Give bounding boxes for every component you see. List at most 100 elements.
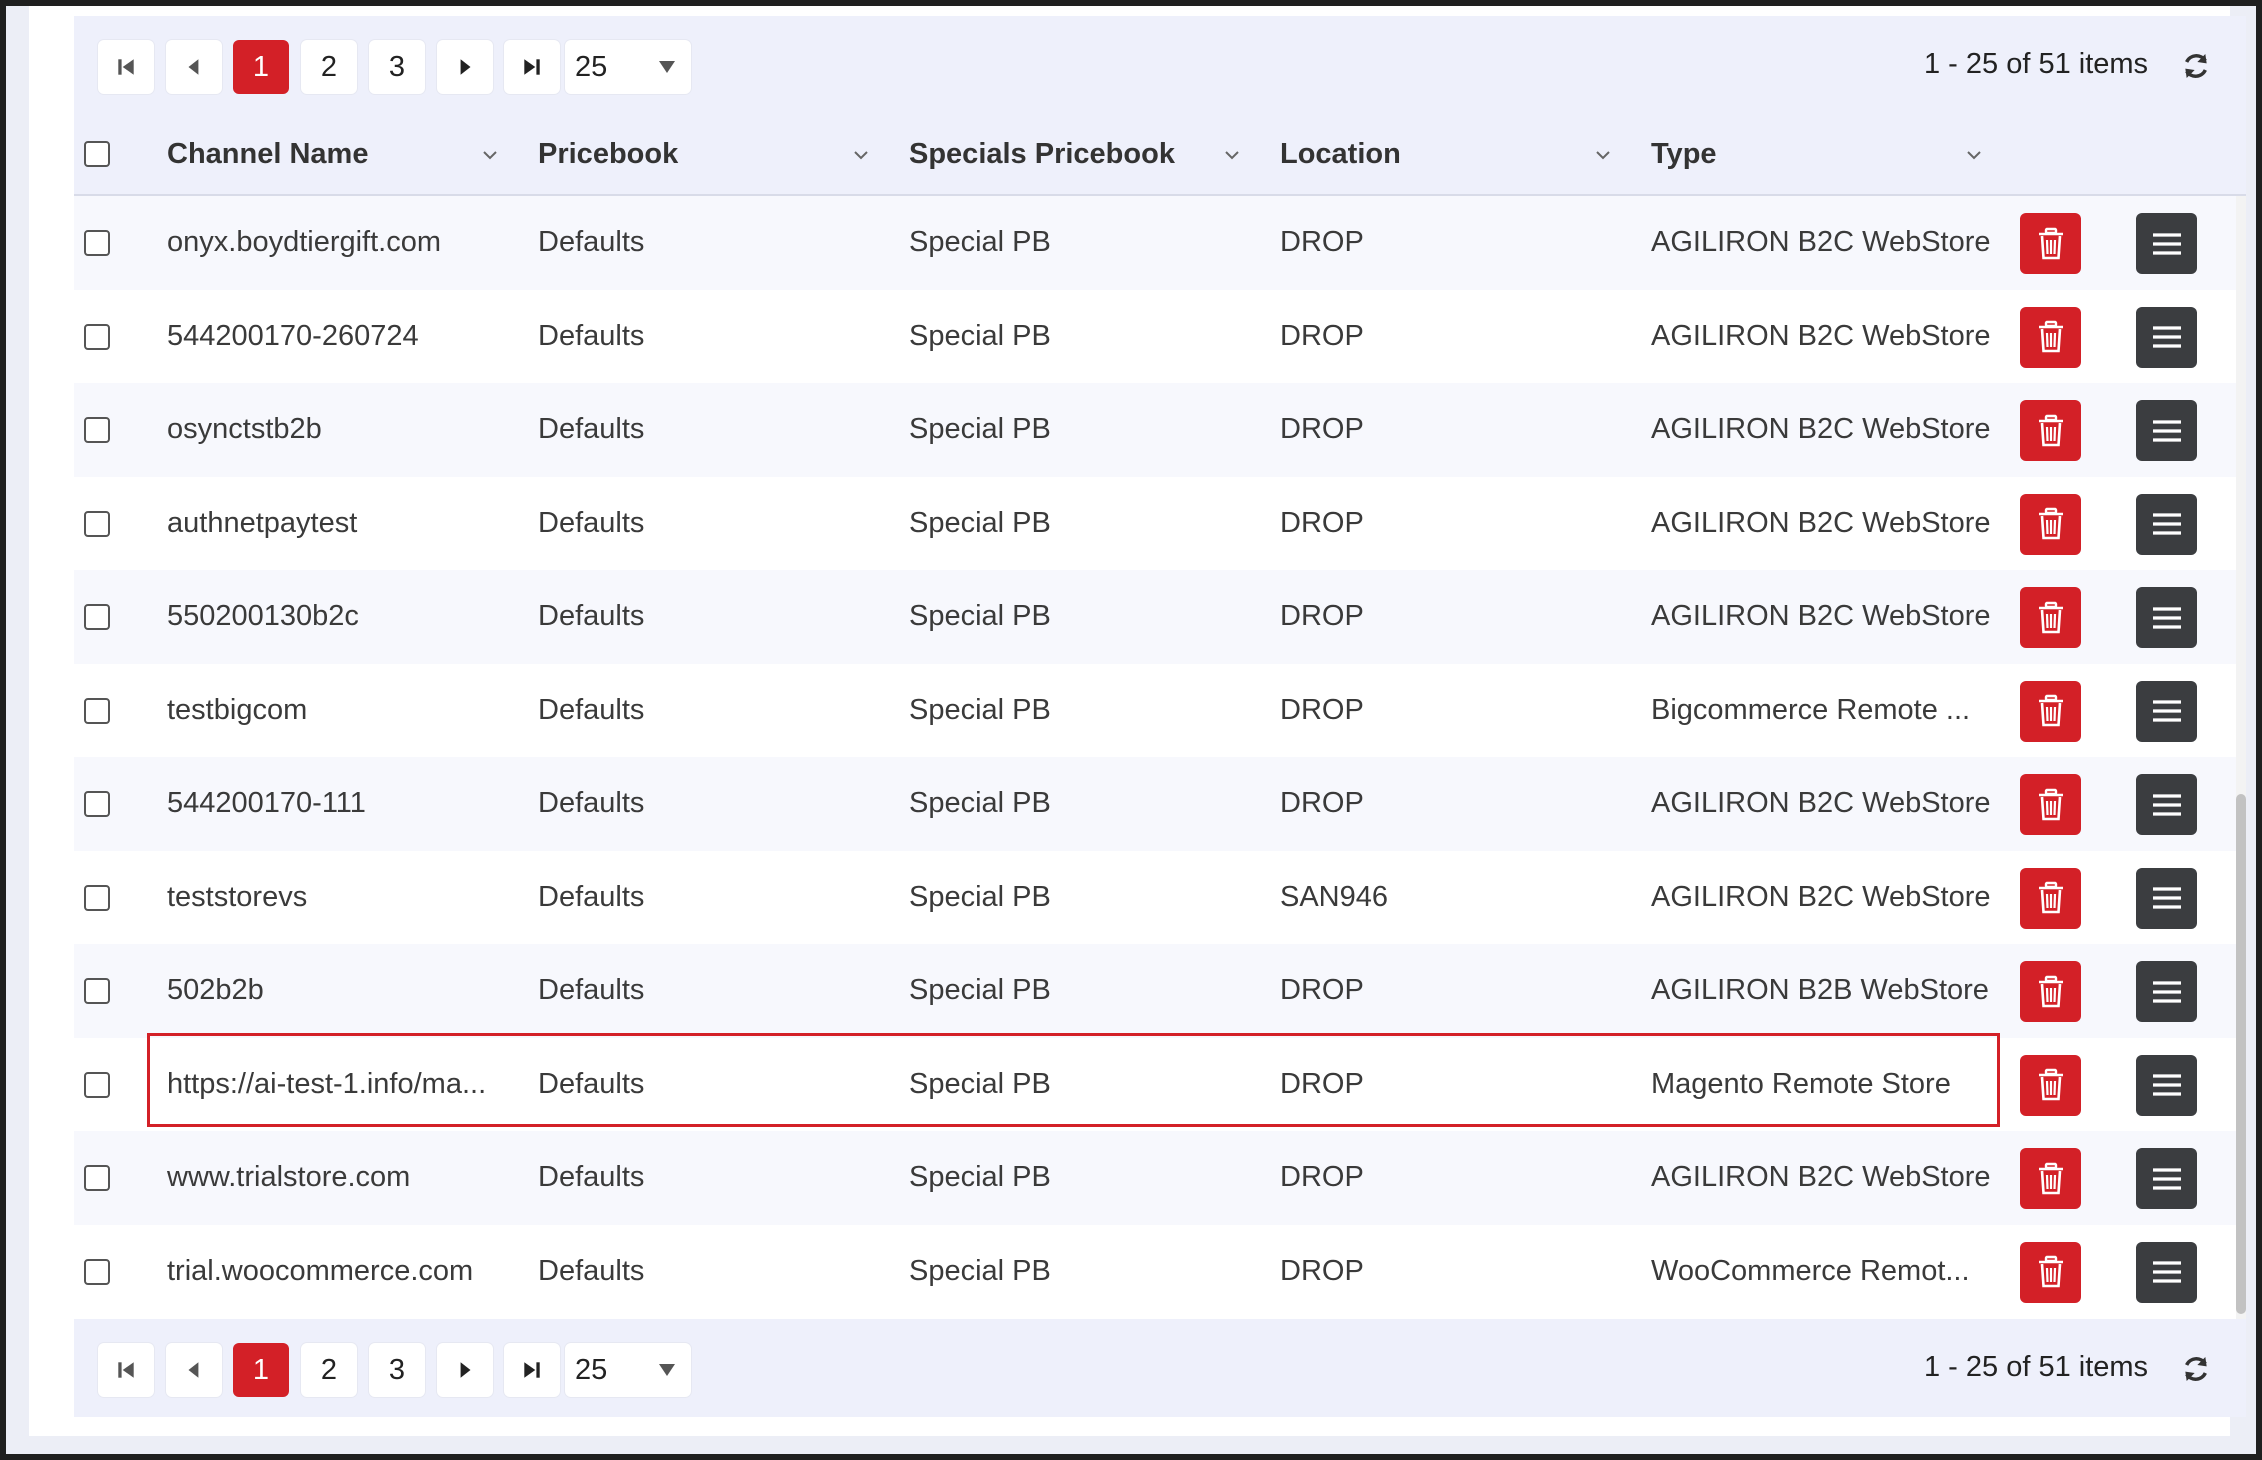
prev-page-button[interactable] — [166, 1343, 222, 1397]
content-panel: 1 2 3 25 1 - 25 of 51 items Channel Name… — [29, 6, 2246, 1436]
page-button-3[interactable]: 3 — [369, 1343, 425, 1397]
cell-special: Special PB — [909, 226, 1051, 258]
trash-icon — [2038, 601, 2063, 633]
table-row[interactable]: trial.woocommerce.com Defaults Special PB D… — [74, 1225, 2236, 1319]
cell-special: Special PB — [909, 787, 1051, 819]
first-page-button[interactable] — [98, 1343, 154, 1397]
row-menu-button[interactable] — [2136, 400, 2197, 461]
row-checkbox[interactable] — [84, 1165, 110, 1191]
hamburger-menu-icon — [2152, 326, 2181, 348]
column-header-label: Pricebook — [538, 138, 679, 170]
column-header-pricebook[interactable]: Pricebook — [538, 114, 888, 194]
table-row[interactable]: 544200170-260724 Defaults Special PB DROP AG… — [74, 290, 2236, 384]
cell-special: Special PB — [909, 1254, 1051, 1287]
column-header-specials-pricebook[interactable]: Specials Pricebook — [909, 114, 1259, 194]
cell-location: DROP — [1280, 974, 1364, 1006]
row-checkbox[interactable] — [84, 978, 110, 1004]
next-page-button[interactable] — [437, 40, 493, 94]
first-page-button[interactable] — [98, 40, 154, 94]
delete-button[interactable] — [2020, 213, 2081, 274]
delete-button[interactable] — [2020, 493, 2081, 555]
table-row[interactable]: teststorevs Defaults Special PB SAN946 AGILI… — [74, 851, 2236, 945]
cell-channel: authnetpaytest — [167, 506, 358, 539]
delete-button[interactable] — [2020, 400, 2081, 461]
next-page-button[interactable] — [437, 1343, 493, 1397]
chevron-down-icon[interactable] — [1224, 147, 1240, 163]
last-page-button[interactable] — [504, 1343, 560, 1397]
pager-info: 1 - 25 of 51 items — [1924, 48, 2149, 80]
chevron-down-icon[interactable] — [853, 147, 869, 163]
cell-location: DROP — [1280, 600, 1364, 632]
row-checkbox[interactable] — [84, 1258, 110, 1285]
delete-button[interactable] — [2020, 587, 2081, 648]
cell-type: AGILIRON B2B WebStore — [1651, 974, 1989, 1006]
trash-icon — [2038, 320, 2063, 353]
column-header-location[interactable]: Location — [1280, 114, 1630, 194]
page-button-3[interactable]: 3 — [369, 40, 425, 94]
row-menu-button[interactable] — [2136, 1054, 2197, 1116]
vertical-scrollbar[interactable] — [2236, 196, 2246, 1319]
delete-button[interactable] — [2020, 680, 2081, 742]
delete-button[interactable] — [2020, 961, 2081, 1022]
row-checkbox[interactable] — [84, 791, 110, 817]
column-header-channel-name[interactable]: Channel Name — [167, 114, 517, 194]
table-row[interactable]: 550200130b2c Defaults Special PB DROP AGILIR… — [74, 570, 2236, 664]
page-button-2[interactable]: 2 — [301, 1343, 357, 1397]
table-row[interactable]: authnetpaytest Defaults Special PB DROP AGIL… — [74, 477, 2236, 571]
table-row[interactable]: 544200170-111 Defaults Special PB DROP AGILI… — [74, 757, 2236, 851]
chevron-down-icon[interactable] — [1595, 147, 1611, 163]
delete-button[interactable] — [2020, 1054, 2081, 1116]
page-button-1[interactable]: 1 — [233, 40, 289, 94]
row-menu-button[interactable] — [2136, 213, 2197, 274]
delete-button[interactable] — [2020, 867, 2081, 929]
row-menu-button[interactable] — [2136, 961, 2197, 1022]
delete-button[interactable] — [2020, 774, 2081, 835]
row-menu-button[interactable] — [2136, 587, 2197, 648]
prev-page-button[interactable] — [166, 40, 222, 94]
chevron-down-icon[interactable] — [482, 147, 498, 163]
scrollbar-thumb[interactable] — [2236, 794, 2246, 1314]
hamburger-menu-icon — [2152, 1074, 2181, 1096]
delete-button[interactable] — [2020, 306, 2081, 368]
row-menu-button[interactable] — [2136, 1148, 2197, 1209]
table-row[interactable]: www.trialstore.com Defaults Special PB DROP… — [74, 1131, 2236, 1225]
chevron-down-icon[interactable] — [1966, 147, 1982, 163]
column-header-label: Channel Name — [167, 138, 369, 170]
last-page-icon — [524, 1362, 540, 1378]
row-checkbox[interactable] — [84, 697, 110, 724]
delete-button[interactable] — [2020, 1148, 2081, 1209]
row-checkbox[interactable] — [84, 417, 110, 443]
table-row[interactable]: https://ai-test-1.info/ma... Defaults Spec… — [74, 1038, 2236, 1132]
row-checkbox[interactable] — [84, 884, 110, 911]
page-button-2[interactable]: 2 — [301, 40, 357, 94]
table-row[interactable]: osynctstb2b Defaults Special PB DROP AGILIRO… — [74, 383, 2236, 477]
table-row[interactable]: onyx.boydtiergift.com Defaults Special PB D… — [74, 196, 2236, 290]
row-menu-button[interactable] — [2136, 306, 2197, 368]
row-checkbox[interactable] — [84, 604, 110, 630]
cell-channel: 550200130b2c — [167, 600, 359, 632]
table-row[interactable]: testbigcom Defaults Special PB DROP Bigcomme… — [74, 664, 2236, 758]
row-checkbox[interactable] — [84, 323, 110, 350]
cell-channel: onyx.boydtiergift.com — [167, 226, 442, 258]
refresh-icon[interactable] — [2180, 50, 2212, 82]
pager-info: 1 - 25 of 51 items — [1924, 1351, 2149, 1383]
row-menu-button[interactable] — [2136, 867, 2197, 929]
refresh-icon[interactable] — [2180, 1353, 2212, 1385]
row-menu-button[interactable] — [2136, 493, 2197, 555]
row-checkbox[interactable] — [84, 1071, 110, 1098]
cell-type: Magento Remote Store — [1651, 1067, 1951, 1100]
delete-button[interactable] — [2020, 1241, 2081, 1303]
row-checkbox[interactable] — [84, 230, 110, 256]
table-row[interactable]: 502b2b Defaults Special PB DROP AGILIRON B2B… — [74, 944, 2236, 1038]
row-checkbox[interactable] — [84, 510, 110, 537]
row-menu-button[interactable] — [2136, 680, 2197, 742]
row-menu-button[interactable] — [2136, 774, 2197, 835]
column-header-type[interactable]: Type — [1651, 114, 2001, 194]
page-size-select[interactable]: 25 — [565, 1343, 691, 1397]
row-menu-button[interactable] — [2136, 1241, 2197, 1303]
select-all-checkbox[interactable] — [84, 141, 110, 167]
page-size-select[interactable]: 25 — [565, 40, 691, 94]
last-page-button[interactable] — [504, 40, 560, 94]
cell-location: DROP — [1280, 1161, 1364, 1193]
page-button-1[interactable]: 1 — [233, 1343, 289, 1397]
